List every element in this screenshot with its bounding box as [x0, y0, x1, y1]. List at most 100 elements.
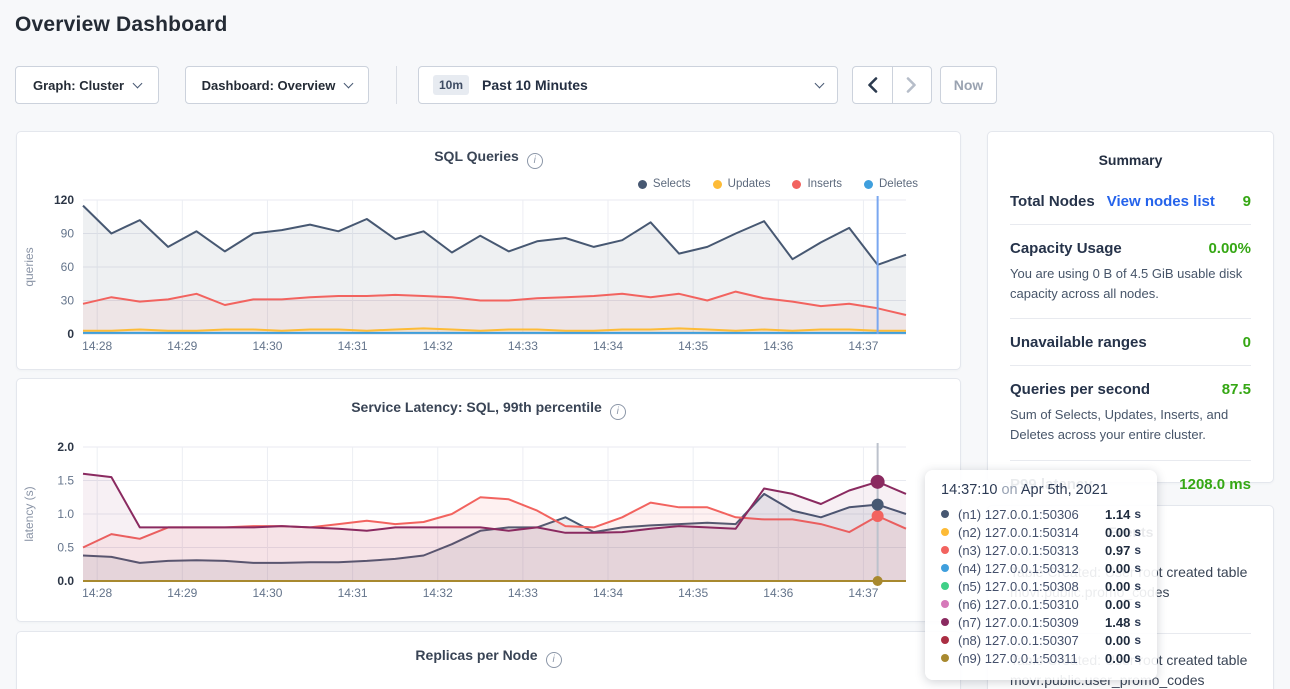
graph-selector-label: Graph: Cluster	[33, 78, 124, 93]
legend-item-inserts[interactable]: Inserts	[792, 178, 842, 190]
info-icon[interactable]: i	[546, 652, 562, 668]
svg-text:120: 120	[54, 193, 74, 207]
service-latency-chart[interactable]: 0.00.51.01.52.014:2814:2914:3014:3114:32…	[17, 439, 960, 611]
time-range-dropdown[interactable]: 10m Past 10 Minutes	[418, 66, 838, 104]
node-address: (n4) 127.0.0.1:50312	[958, 561, 1101, 576]
tooltip-node-row: (n3) 127.0.0.1:503130.97s	[941, 541, 1141, 559]
tooltip-time: 14:37:10	[941, 482, 997, 498]
summary-panel: Summary Total Nodes View nodes list 9 Ca…	[987, 131, 1274, 483]
previous-time-button[interactable]	[853, 67, 892, 103]
qps-desc: Sum of Selects, Updates, Inserts, and De…	[1010, 405, 1251, 445]
chart-title: Replicas per Node i	[17, 632, 960, 668]
svg-text:14:33: 14:33	[508, 586, 538, 600]
chart-title: SQL Queries i	[17, 132, 960, 169]
svg-text:14:31: 14:31	[338, 586, 368, 600]
node-latency-value: 0.00	[1105, 633, 1130, 648]
replicas-per-node-panel: Replicas per Node i	[16, 631, 961, 689]
node-color-dot-icon	[941, 564, 949, 572]
chart-title: Service Latency: SQL, 99th percentilei	[17, 379, 960, 420]
node-color-dot-icon	[941, 528, 949, 536]
dashboard-selector-dropdown[interactable]: Dashboard: Overview	[185, 66, 369, 104]
capacity-usage-desc: You are using 0 B of 4.5 GiB usable disk…	[1010, 264, 1251, 304]
node-address: (n7) 127.0.0.1:50309	[958, 615, 1101, 630]
node-latency-value: 0.00	[1105, 579, 1130, 594]
svg-text:14:29: 14:29	[167, 586, 197, 600]
node-color-dot-icon	[941, 636, 949, 644]
node-color-dot-icon	[941, 546, 949, 554]
now-button[interactable]: Now	[940, 66, 997, 104]
svg-text:60: 60	[61, 260, 75, 274]
next-time-button[interactable]	[892, 67, 931, 103]
info-icon[interactable]: i	[527, 153, 543, 169]
tooltip-node-row: (n7) 127.0.0.1:503091.48s	[941, 613, 1141, 631]
tooltip-timestamp: 14:37:10 on Apr 5th, 2021	[941, 482, 1141, 498]
node-latency-unit: s	[1134, 615, 1141, 629]
tooltip-date: Apr 5th, 2021	[1021, 482, 1108, 498]
legend-item-updates[interactable]: Updates	[713, 178, 771, 190]
tooltip-node-row: (n4) 127.0.0.1:503120.00s	[941, 559, 1141, 577]
legend-dot-icon	[638, 180, 647, 189]
svg-text:1.5: 1.5	[57, 474, 74, 488]
dashboard-selector-label: Dashboard: Overview	[202, 78, 336, 93]
svg-text:14:31: 14:31	[338, 339, 368, 353]
svg-text:0.5: 0.5	[57, 541, 74, 555]
svg-text:queries: queries	[22, 247, 36, 286]
capacity-usage-label: Capacity Usage	[1010, 240, 1122, 257]
view-nodes-list-link[interactable]: View nodes list	[1107, 193, 1215, 210]
svg-text:14:29: 14:29	[167, 339, 197, 353]
node-color-dot-icon	[941, 618, 949, 626]
sql-queries-legend: Selects Updates Inserts Deletes	[638, 178, 918, 190]
svg-text:14:35: 14:35	[678, 339, 708, 353]
chart-hover-tooltip: 14:37:10 on Apr 5th, 2021 (n1) 127.0.0.1…	[925, 470, 1157, 680]
sql-queries-chart[interactable]: 030609012014:2814:2914:3014:3114:3214:33…	[17, 192, 960, 364]
info-icon[interactable]: i	[610, 404, 626, 420]
graph-selector-dropdown[interactable]: Graph: Cluster	[15, 66, 159, 104]
svg-text:0.0: 0.0	[57, 574, 74, 588]
node-latency-unit: s	[1134, 651, 1141, 665]
svg-text:14:36: 14:36	[763, 586, 793, 600]
tooltip-node-row: (n5) 127.0.0.1:50308 0.00 s	[941, 577, 1141, 595]
p99-latency-value: 1208.0 ms	[1179, 476, 1251, 493]
unavailable-ranges-label: Unavailable ranges	[1010, 334, 1147, 351]
node-latency-unit: s	[1134, 507, 1141, 521]
summary-row-total-nodes: Total Nodes View nodes list 9	[1010, 178, 1251, 225]
chevron-right-icon	[906, 77, 917, 93]
unavailable-ranges-value: 0	[1243, 334, 1251, 351]
svg-text:0: 0	[67, 327, 74, 341]
node-color-dot-icon	[941, 510, 949, 518]
svg-text:14:28: 14:28	[82, 339, 112, 353]
node-address: (n8) 127.0.0.1:50307	[958, 633, 1101, 648]
svg-text:14:28: 14:28	[82, 586, 112, 600]
svg-text:14:32: 14:32	[423, 339, 453, 353]
node-color-dot-icon	[941, 654, 949, 662]
svg-text:14:37: 14:37	[848, 586, 878, 600]
legend-item-deletes[interactable]: Deletes	[864, 178, 918, 190]
total-nodes-value: 9	[1243, 193, 1251, 210]
node-address: (n5) 127.0.0.1:50308	[958, 579, 1101, 594]
svg-text:14:37: 14:37	[848, 339, 878, 353]
chevron-down-icon	[133, 78, 143, 88]
tooltip-node-row: (n8) 127.0.0.1:503070.00s	[941, 631, 1141, 649]
legend-item-selects[interactable]: Selects	[638, 178, 691, 190]
svg-text:2.0: 2.0	[57, 440, 74, 454]
now-button-label: Now	[954, 77, 984, 93]
summary-heading: Summary	[1010, 152, 1251, 168]
summary-row-unavailable: Unavailable ranges 0	[1010, 319, 1251, 366]
service-latency-panel: Service Latency: SQL, 99th percentilei 0…	[16, 378, 961, 622]
tooltip-node-row: (n1) 127.0.0.1:503061.14s	[941, 505, 1141, 523]
time-range-label: Past 10 Minutes	[482, 77, 806, 93]
node-address: (n1) 127.0.0.1:50306	[958, 507, 1101, 522]
replicas-per-node-title: Replicas per Node	[415, 647, 537, 663]
node-latency-unit: s	[1134, 579, 1141, 593]
tooltip-node-rows: (n1) 127.0.0.1:503061.14s (n2) 127.0.0.1:…	[941, 505, 1141, 667]
capacity-usage-value: 0.00%	[1208, 240, 1251, 257]
time-range-badge: 10m	[433, 75, 469, 95]
page-title: Overview Dashboard	[15, 13, 228, 37]
sql-queries-title: SQL Queries	[434, 148, 519, 164]
svg-text:14:30: 14:30	[252, 586, 282, 600]
node-latency-unit: s	[1134, 525, 1141, 539]
node-latency-unit: s	[1134, 561, 1141, 575]
node-address: (n2) 127.0.0.1:50314	[958, 525, 1101, 540]
node-latency-value: 0.00	[1105, 597, 1130, 612]
chevron-down-icon	[815, 78, 825, 88]
